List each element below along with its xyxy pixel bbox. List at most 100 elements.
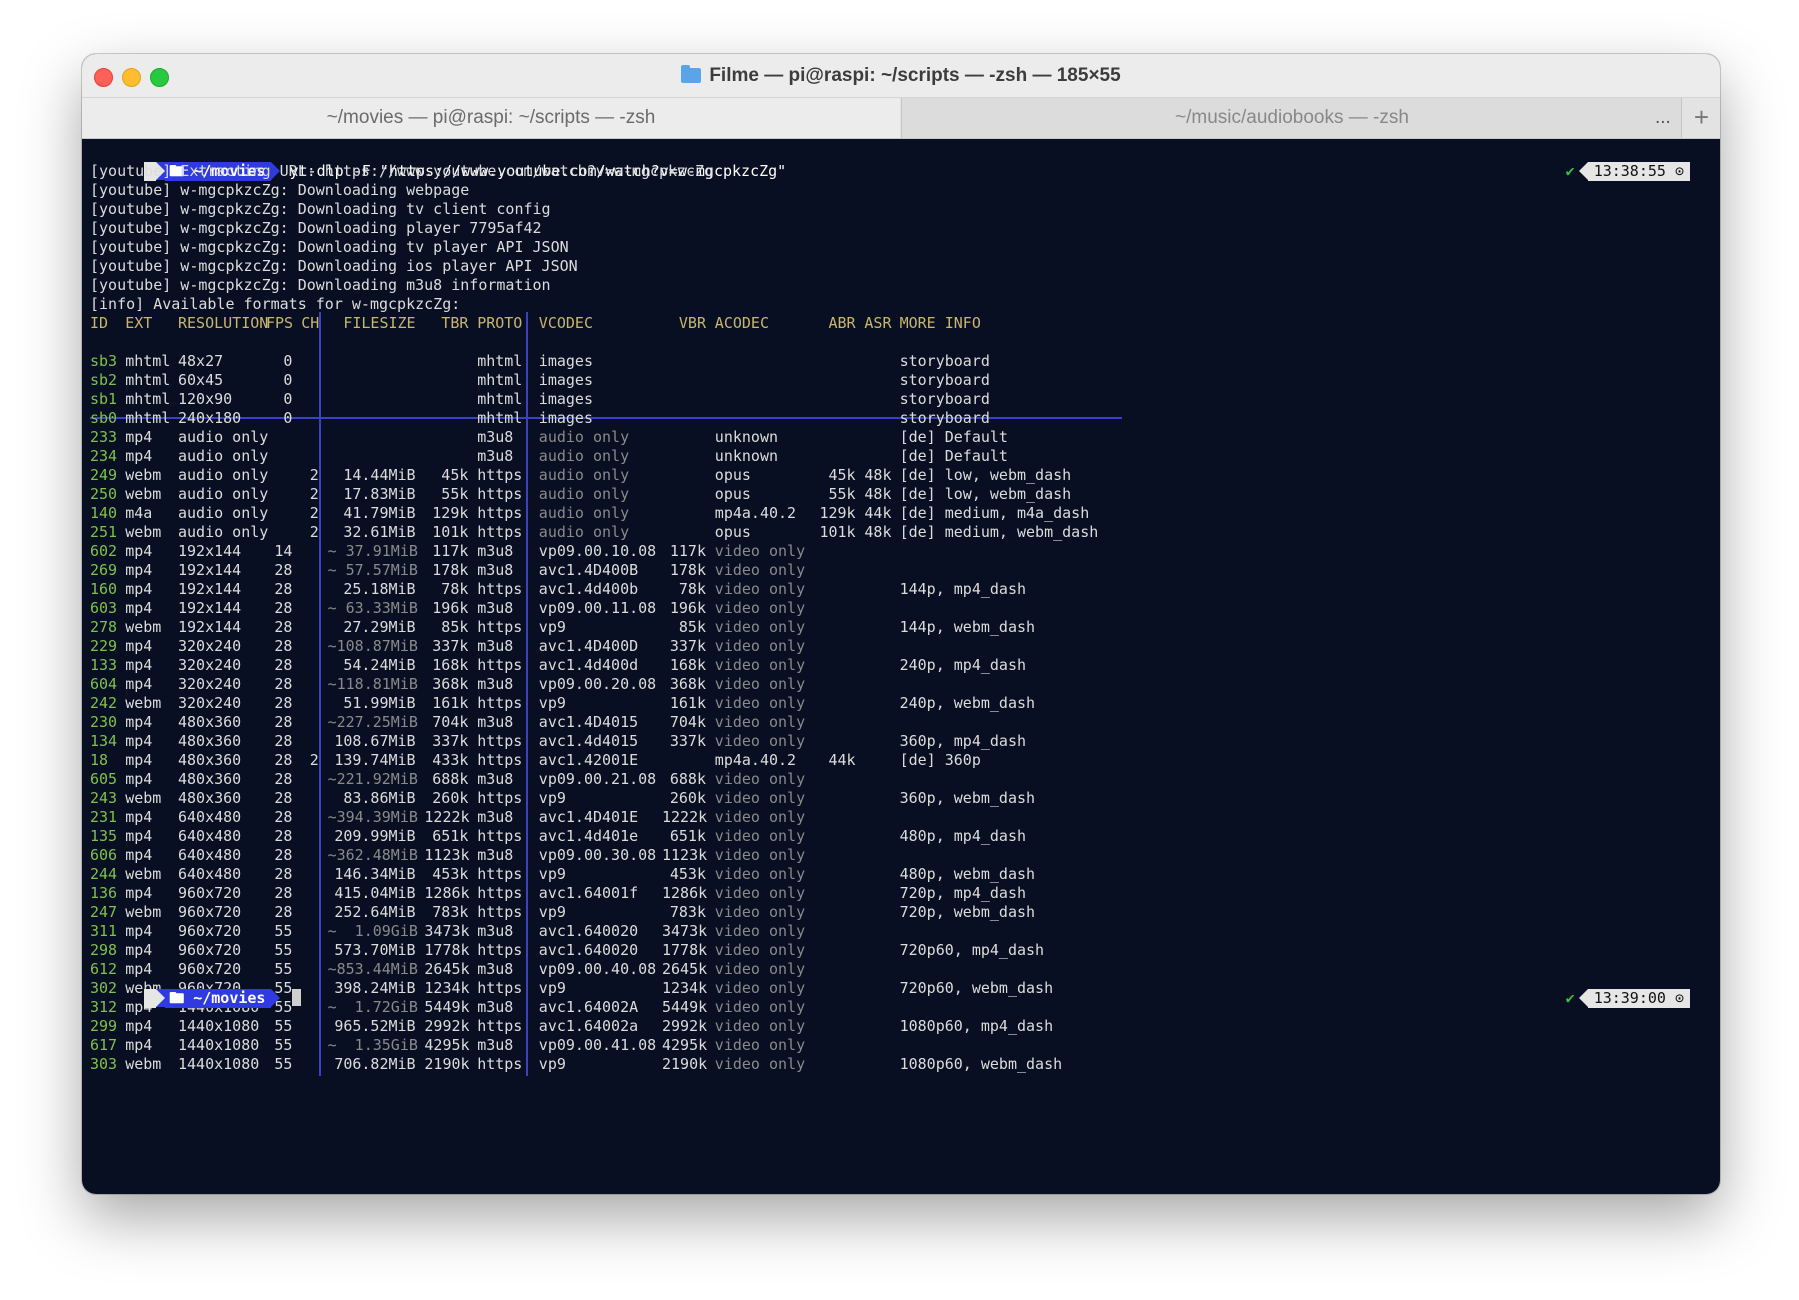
- title-bar[interactable]: Filme — pi@raspi: ~/scripts — -zsh — 185…: [82, 54, 1720, 98]
- cell-abr: 101k: [819, 523, 856, 541]
- cell-size: ~394.39MiB: [327, 808, 418, 826]
- cell-proto: m3u8: [477, 998, 514, 1016]
- cell-fps: 28: [274, 751, 293, 769]
- text-cursor[interactable]: [292, 989, 302, 1006]
- cell-fps: 55: [274, 1036, 293, 1054]
- cell-tbr: 453k: [432, 865, 469, 883]
- cell-ext: mp4: [125, 542, 153, 560]
- cell-size: 209.99MiB: [334, 827, 416, 845]
- cell-proto: https: [477, 523, 523, 541]
- tab-bar: ~/movies — pi@raspi: ~/scripts — -zsh ~/…: [82, 98, 1720, 139]
- cell-tbr: 5449k: [424, 998, 470, 1016]
- log-line: [info] Available formats for w-mgcpkzcZg…: [90, 295, 461, 313]
- cell-acodec: video only: [714, 979, 806, 997]
- cell-info: 240p, mp4_dash: [899, 656, 1027, 674]
- cell-acodec: opus: [714, 466, 751, 484]
- cell-info: [de] 360p: [899, 751, 981, 769]
- tab-movies[interactable]: ~/movies — pi@raspi: ~/scripts — -zsh: [82, 98, 900, 138]
- cell-proto: https: [477, 580, 523, 598]
- cell-acodec: video only: [714, 808, 806, 826]
- cell-info: 720p60, webm_dash: [899, 979, 1054, 997]
- cell-ext: mp4: [125, 428, 153, 446]
- success-check-icon: ✔: [1565, 162, 1575, 180]
- cell-vcodec: avc1.4D400D: [538, 637, 639, 655]
- cell-proto: https: [477, 827, 523, 845]
- cell-fps: 28: [274, 580, 293, 598]
- cell-vcodec: vp09.00.10.08: [538, 542, 657, 560]
- cell-vcodec: avc1.4d400d: [538, 656, 639, 674]
- cell-res: 320x240: [178, 675, 242, 693]
- cell-vbr: 4295k: [662, 1036, 708, 1054]
- cell-asr: 44k: [864, 504, 892, 522]
- tab-audiobooks[interactable]: ~/music/audiobooks — -zsh: [901, 98, 1682, 138]
- cell-size: 965.52MiB: [334, 1017, 416, 1035]
- cell-ext: mp4: [125, 713, 153, 731]
- new-tab-button[interactable]: +: [1681, 98, 1720, 138]
- cell-res: 192x144: [178, 618, 242, 636]
- cell-vcodec: vp9: [538, 1055, 566, 1073]
- cell-id: 242: [90, 694, 118, 712]
- cell-proto: m3u8: [477, 542, 514, 560]
- cell-vcodec: audio only: [538, 447, 630, 465]
- cell-id: 605: [90, 770, 118, 788]
- cell-vcodec: images: [538, 390, 593, 408]
- cell-tbr: 337k: [432, 637, 469, 655]
- cell-acodec: video only: [714, 827, 806, 845]
- cell-acodec: video only: [714, 770, 806, 788]
- column-header: ASR: [864, 314, 892, 332]
- cell-id: 140: [90, 504, 118, 522]
- cell-ext: mp4: [125, 846, 153, 864]
- cell-size: ~853.44MiB: [327, 960, 418, 978]
- cell-fps: 28: [274, 808, 293, 826]
- cell-tbr: 1222k: [424, 808, 470, 826]
- cell-proto: https: [477, 789, 523, 807]
- cell-id: 269: [90, 561, 118, 579]
- cell-size: 54.24MiB: [343, 656, 416, 674]
- cell-ext: mhtml: [125, 371, 171, 389]
- cell-res: 1440x1080: [178, 1055, 260, 1073]
- cell-size: ~118.81MiB: [327, 675, 418, 693]
- success-check-icon: ✔: [1565, 989, 1575, 1007]
- cell-id: 278: [90, 618, 118, 636]
- prompt-directory: 🖿 ~/movies: [165, 989, 272, 1008]
- cell-acodec: video only: [714, 713, 806, 731]
- cell-tbr: 368k: [432, 675, 469, 693]
- cell-fps: 28: [274, 713, 293, 731]
- cell-info: 240p, webm_dash: [899, 694, 1036, 712]
- final-prompt-line: 🖿 ~/movies: [90, 970, 302, 1008]
- cell-size: 25.18MiB: [343, 580, 416, 598]
- column-header: VCODEC: [538, 314, 593, 332]
- cell-ext: webm: [125, 485, 162, 503]
- cell-vcodec: images: [538, 371, 593, 389]
- cell-ext: mp4: [125, 922, 153, 940]
- right-prompt: ✔ 13:38:55 ⊙: [1507, 143, 1690, 181]
- cell-id: 303: [90, 1055, 118, 1073]
- cell-id: 251: [90, 523, 118, 541]
- cell-acodec: video only: [714, 922, 806, 940]
- cell-ch: 2: [309, 751, 319, 769]
- cell-fps: 28: [274, 884, 293, 902]
- terminal-content[interactable]: 🖿 ~/movies yt-dlp -F "https://www.youtub…: [90, 140, 1720, 1194]
- log-line: [youtube] w-mgcpkzcZg: Downloading ios p…: [90, 257, 578, 275]
- cell-ext: mp4: [125, 599, 153, 617]
- cell-acodec: video only: [714, 1055, 806, 1073]
- cell-proto: m3u8: [477, 922, 514, 940]
- cell-size: ~ 1.35GiB: [327, 1036, 418, 1054]
- column-header: FPS: [266, 314, 294, 332]
- cell-ext: mhtml: [125, 352, 171, 370]
- tab-overflow-button[interactable]: ...: [1655, 98, 1671, 138]
- cell-vbr: 783k: [669, 903, 706, 921]
- cell-ext: mp4: [125, 770, 153, 788]
- cell-fps: 55: [274, 922, 293, 940]
- cell-id: 603: [90, 599, 118, 617]
- cell-res: audio only: [178, 428, 269, 446]
- cell-id: sb3: [90, 352, 118, 370]
- cell-res: 960x720: [178, 884, 242, 902]
- cell-vcodec: avc1.640020: [538, 941, 639, 959]
- cell-vbr: 2992k: [662, 1017, 708, 1035]
- log-line: [youtube] w-mgcpkzcZg: Downloading m3u8 …: [90, 276, 551, 294]
- cell-size: ~ 1.09GiB: [327, 922, 418, 940]
- cell-fps: 28: [274, 637, 293, 655]
- cell-acodec: unknown: [714, 428, 779, 446]
- cell-id: 230: [90, 713, 118, 731]
